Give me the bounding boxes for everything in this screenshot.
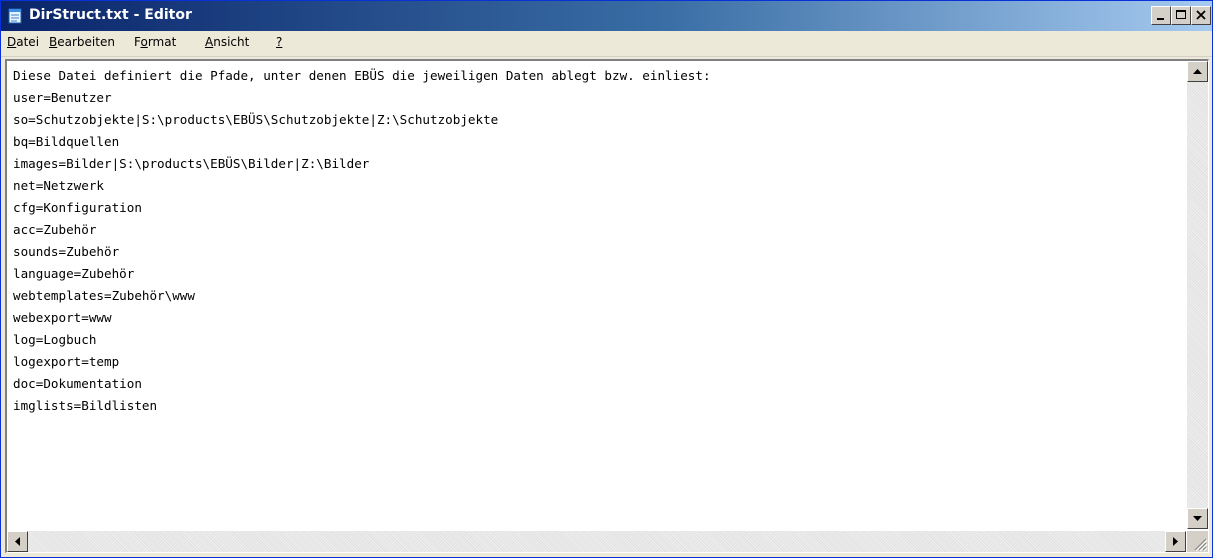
notepad-window: DirStruct.txt - Editor Datei Bearbeiten … [0,0,1213,558]
resize-grip-icon [1194,538,1208,552]
text-line: sounds=Zubehör [13,244,120,259]
text-line: doc=Dokumentation [13,376,142,391]
text-line: language=Zubehör [13,266,135,281]
text-line: net=Netzwerk [13,178,104,193]
minimize-icon [1157,18,1164,20]
minimize-button[interactable] [1151,6,1171,25]
text-line: so=Schutzobjekte|S:\products\EBÜS\Schutz… [13,112,499,127]
text-line: acc=Zubehör [13,222,97,237]
menu-datei[interactable]: Datei [7,35,39,49]
text-line: imglists=Bildlisten [13,398,158,413]
text-line: bq=Bildquellen [13,134,120,149]
text-line: images=Bilder|S:\products\EBÜS\Bilder|Z:… [13,156,370,171]
window-title: DirStruct.txt - Editor [29,7,192,23]
menu-bar: Datei Bearbeiten Format Ansicht ? [1,31,1212,57]
editor-text[interactable]: Diese Datei definiert die Pfade, unter d… [13,65,1173,527]
resize-grip[interactable] [1187,531,1208,552]
text-line: webtemplates=Zubehör\www [13,288,195,303]
notepad-icon [8,8,22,24]
maximize-button[interactable] [1171,6,1191,25]
maximize-icon [1176,10,1186,19]
vertical-scrollbar[interactable] [1187,61,1208,529]
scroll-left-button[interactable] [7,531,28,552]
close-icon [1196,10,1206,20]
arrow-left-icon [15,537,20,546]
menu-ansicht[interactable]: Ansicht [205,35,249,49]
text-line: Diese Datei definiert die Pfade, unter d… [13,68,711,83]
text-editor-area[interactable]: Diese Datei definiert die Pfade, unter d… [5,59,1209,553]
text-line: logexport=temp [13,354,120,369]
menu-help[interactable]: ? [276,35,282,49]
menu-bearbeiten[interactable]: Bearbeiten [49,35,115,49]
horizontal-scrollbar[interactable] [7,531,1186,552]
scroll-right-button[interactable] [1165,531,1186,552]
text-line: webexport=www [13,310,112,325]
text-line: log=Logbuch [13,332,97,347]
close-button[interactable] [1191,6,1211,25]
title-bar[interactable]: DirStruct.txt - Editor [1,1,1212,31]
arrow-down-icon [1193,516,1202,521]
scroll-down-button[interactable] [1187,508,1208,529]
arrow-right-icon [1173,537,1178,546]
scroll-up-button[interactable] [1187,61,1208,82]
text-line: user=Benutzer [13,90,112,105]
arrow-up-icon [1193,69,1202,74]
text-line: cfg=Konfiguration [13,200,142,215]
menu-format[interactable]: Format [134,35,176,49]
